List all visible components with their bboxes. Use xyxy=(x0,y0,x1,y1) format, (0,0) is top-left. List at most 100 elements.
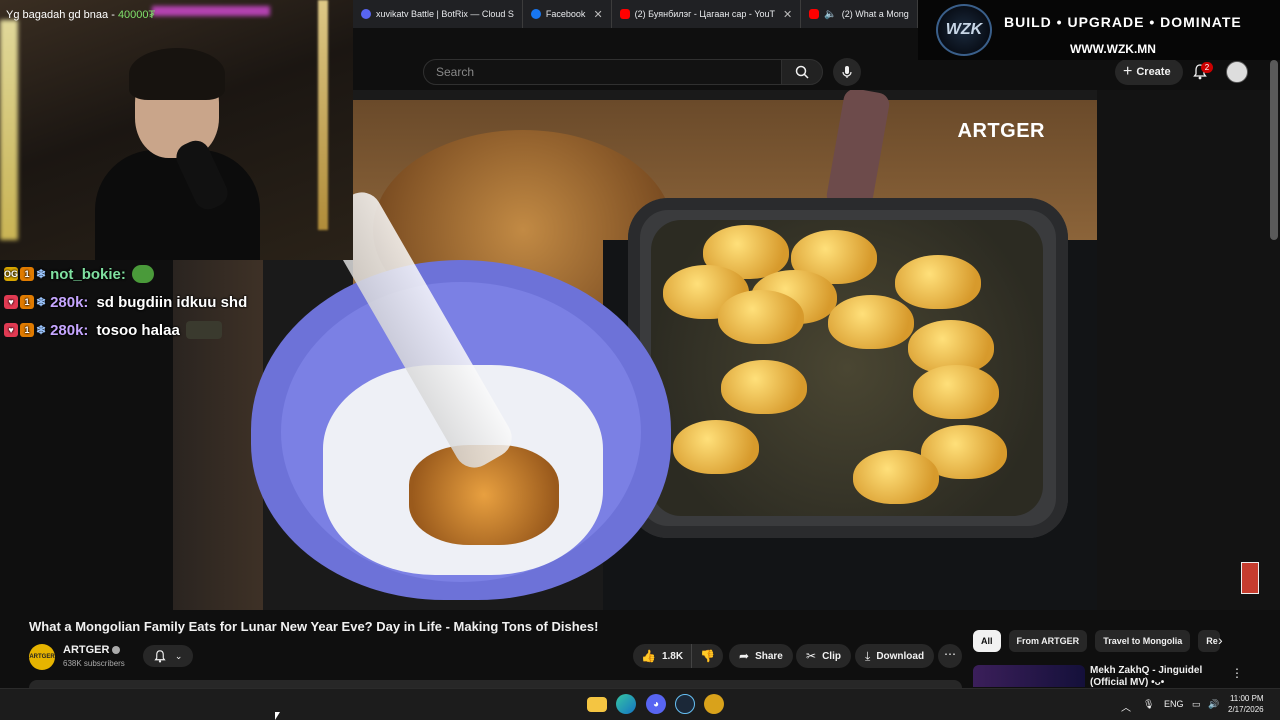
led-light-right xyxy=(318,0,328,230)
subscription-bell-button[interactable]: ⌄ xyxy=(143,645,193,667)
sponsor-banner: WZK BUILD • UPGRADE • DOMINATE WWW.WZK.M… xyxy=(918,0,1280,60)
notification-count-badge: 2 xyxy=(1201,62,1213,73)
download-button[interactable]: ⤓ Download xyxy=(855,644,935,668)
download-icon: ⤓ xyxy=(865,648,871,663)
dumpling xyxy=(673,420,759,474)
clock-time: 11:00 PM xyxy=(1229,694,1264,703)
subscriber-count: 638K subscribers xyxy=(63,659,125,668)
pepe-emote xyxy=(131,265,154,283)
tier-badge: 1 xyxy=(20,295,34,309)
channel-name[interactable]: ARTGER xyxy=(63,644,121,656)
dumpling xyxy=(828,295,914,349)
clip-label: Clip xyxy=(822,650,841,662)
dumpling xyxy=(721,360,807,414)
network-icon[interactable]: ▭ xyxy=(1192,699,1201,710)
browser-tab-strip: xuvikatv Battle | BotRix — Cloud S Faceb… xyxy=(353,0,920,28)
recommendation-title[interactable]: Mekh ZakhQ - Jinguidel (Official MV) •ᴗ• xyxy=(1090,665,1225,687)
more-icon: ⋯ xyxy=(944,647,956,661)
speaker-icon[interactable]: 🔈 xyxy=(824,9,836,20)
volume-icon[interactable]: 🔊 xyxy=(1208,699,1219,710)
chat-message: ♥ 1 ❄ 280k: tosoo halaa xyxy=(4,319,222,341)
streamer-shirt xyxy=(95,150,260,260)
search-button[interactable] xyxy=(781,59,823,85)
search-input[interactable]: Search xyxy=(423,59,782,85)
recommendation-thumbnail[interactable] xyxy=(973,665,1085,687)
file-explorer-icon[interactable] xyxy=(587,697,607,712)
app-icon[interactable] xyxy=(704,694,724,714)
heart-badge: ♥ xyxy=(4,295,18,309)
description-box[interactable] xyxy=(29,680,962,688)
chip-travel[interactable]: Travel to Mongolia xyxy=(1095,630,1191,652)
thumbs-down-icon: 👎 xyxy=(700,649,716,663)
chip-related[interactable]: Re xyxy=(1198,630,1221,652)
tab-label: (2) What a Mong xyxy=(841,9,909,19)
dumpling xyxy=(853,450,939,504)
dislike-button[interactable]: 👎 xyxy=(692,644,723,668)
clip-button[interactable]: ✂ Clip xyxy=(796,644,851,668)
create-button[interactable]: + Create xyxy=(1115,59,1183,85)
more-actions-button[interactable]: ⋯ xyxy=(938,644,962,668)
chat-username: not_bokie: xyxy=(50,265,126,283)
banner-url: WWW.WZK.MN xyxy=(1070,42,1156,56)
goal-overlay: Yg bagadah gd bnaa - 40000₮ xyxy=(6,9,155,21)
kebab-menu-icon[interactable]: ⋮ xyxy=(1231,666,1243,680)
chat-username: 280k: xyxy=(50,293,89,311)
thumbs-up-icon: 👍 xyxy=(641,649,656,663)
filter-chips: All From ARTGER Travel to Mongolia Re xyxy=(973,630,1228,654)
dumpling xyxy=(913,365,999,419)
windows-taskbar xyxy=(0,688,1280,720)
channel-avatar[interactable]: ARTGER xyxy=(29,644,55,670)
discord-icon[interactable]: ◕ xyxy=(646,694,666,714)
wzk-logo: WZK xyxy=(936,4,992,56)
youtube-icon xyxy=(619,9,630,19)
tab-label: (2) Буянбилэг - Цагаан сар - YouT xyxy=(634,9,776,19)
chat-message: ♥ 1 ❄ 280k: sd bugdiin idkuu shd xyxy=(4,291,247,313)
screen: xuvikatv Battle | BotRix — Cloud S Faceb… xyxy=(0,0,1280,720)
share-button[interactable]: ➦ Share xyxy=(729,644,793,668)
like-dislike-group: 👍 1.8K 👎 xyxy=(633,644,723,668)
edge-icon[interactable] xyxy=(616,694,636,714)
language-indicator[interactable]: ENG xyxy=(1164,699,1184,709)
heart-badge: ♥ xyxy=(4,323,18,337)
chat-username: 280k: xyxy=(50,321,89,339)
search-icon xyxy=(795,65,809,79)
clock-date: 2/17/2026 xyxy=(1228,705,1264,714)
chevron-right-icon[interactable]: › xyxy=(1218,632,1223,648)
right-backdrop xyxy=(1097,90,1280,610)
tab-label: Facebook xyxy=(545,9,586,19)
goal-value: 40000₮ xyxy=(117,9,156,21)
share-label: Share xyxy=(755,650,783,662)
tray-chevron-icon[interactable]: ︿ xyxy=(1121,699,1131,714)
verified-icon xyxy=(112,646,121,655)
steam-icon[interactable] xyxy=(675,694,695,714)
streamer-webcam: Yg bagadah gd bnaa - 40000₮ xyxy=(0,0,353,260)
chip-from-channel[interactable]: From ARTGER xyxy=(1008,630,1088,652)
create-label: Create xyxy=(1136,66,1171,78)
dumpling xyxy=(895,255,981,309)
stream-chat: OG 1 ❄ not_bokie: ♥ 1 ❄ 280k: sd bugdiin… xyxy=(0,260,353,350)
mini-thumbnail[interactable] xyxy=(1241,562,1259,594)
taskbar-clock[interactable]: 11:00 PM 2/17/2026 xyxy=(1228,693,1264,715)
tab-youtube-1[interactable]: (2) Буянбилэг - Цагаан сар - YouT ✕ xyxy=(612,0,802,28)
account-avatar[interactable] xyxy=(1226,61,1248,83)
close-tab-icon[interactable]: ✕ xyxy=(783,8,792,21)
scrollbar[interactable] xyxy=(1270,60,1278,240)
tray-microphone-icon[interactable]: 🎙 xyxy=(1143,699,1154,710)
like-button[interactable]: 👍 1.8K xyxy=(633,644,693,668)
tier-badge: 1 xyxy=(20,323,34,337)
chat-text: tosoo halaa xyxy=(96,321,180,339)
mouse-cursor xyxy=(275,712,280,720)
chat-text: sd bugdiin idkuu shd xyxy=(96,293,248,311)
facebook-icon xyxy=(530,9,541,19)
close-tab-icon[interactable]: ✕ xyxy=(593,8,602,21)
tab-facebook[interactable]: Facebook ✕ xyxy=(523,0,612,28)
share-icon: ➦ xyxy=(739,649,750,663)
voice-search-button[interactable] xyxy=(833,58,861,86)
chip-all[interactable]: All xyxy=(973,630,1001,652)
microphone-icon xyxy=(842,66,852,78)
windows-start-icon[interactable] xyxy=(557,695,575,713)
tab-youtube-2[interactable]: 🔈 (2) What a Mong xyxy=(801,0,918,28)
tab-botrix[interactable]: xuvikatv Battle | BotRix — Cloud S xyxy=(353,0,523,28)
chat-message: OG 1 ❄ not_bokie: xyxy=(4,263,154,285)
plus-icon: + xyxy=(1123,63,1133,80)
